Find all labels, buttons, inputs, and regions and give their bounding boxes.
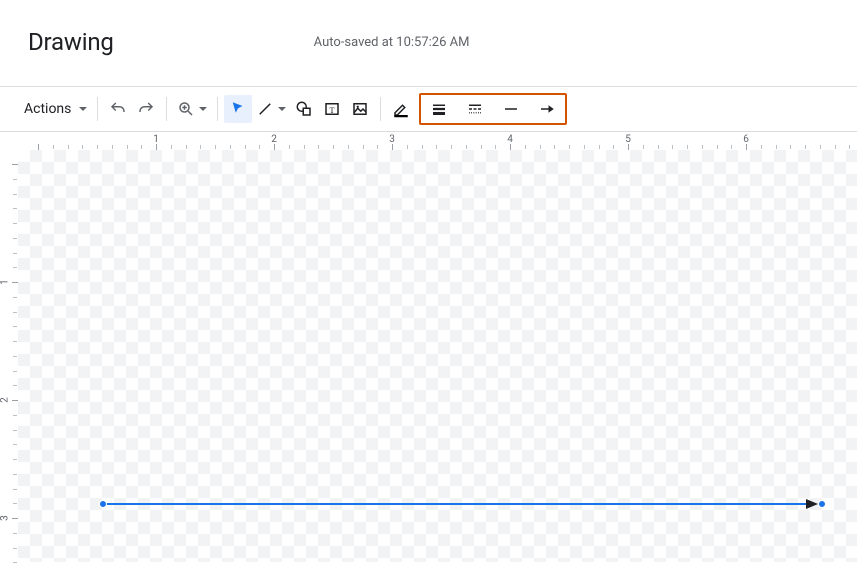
line-weight-button[interactable] xyxy=(425,95,453,123)
actions-label: Actions xyxy=(24,101,71,117)
actions-menu-button[interactable]: Actions xyxy=(20,95,91,123)
undo-icon xyxy=(109,100,127,118)
pencil-icon xyxy=(392,100,410,118)
image-tool-button[interactable] xyxy=(346,95,374,123)
header: Drawing Auto-saved at 10:57:26 AM xyxy=(0,0,857,68)
zoom-button[interactable] xyxy=(173,95,211,123)
cursor-icon xyxy=(229,100,247,118)
caret-down-icon xyxy=(199,107,207,111)
autosave-status: Auto-saved at 10:57:26 AM xyxy=(314,35,470,50)
line-end-button[interactable] xyxy=(533,95,561,123)
ruler-v-label: 1 xyxy=(0,279,10,285)
ruler-v-label: 2 xyxy=(0,397,10,403)
drawing-canvas[interactable] xyxy=(18,150,857,562)
line-end-handle[interactable] xyxy=(818,500,826,508)
line-dash-button[interactable] xyxy=(461,95,489,123)
page-title: Drawing xyxy=(28,28,114,56)
separator xyxy=(380,97,381,121)
caret-down-icon xyxy=(278,107,286,111)
line-end-icon xyxy=(538,100,556,118)
separator xyxy=(166,97,167,121)
ruler-h-label: 1 xyxy=(153,134,159,145)
svg-text:T: T xyxy=(330,106,335,115)
ruler-h-label: 5 xyxy=(625,134,631,145)
ruler-corner xyxy=(0,132,18,150)
redo-button[interactable] xyxy=(132,95,160,123)
textbox-tool-button[interactable]: T xyxy=(318,95,346,123)
vertical-ruler: 1 2 3 xyxy=(0,150,18,562)
canvas-row: 1 2 3 xyxy=(0,150,857,562)
highlighted-toolbar-group xyxy=(419,93,567,125)
arrow-shape[interactable] xyxy=(18,150,857,562)
horizontal-ruler: 1234567 xyxy=(18,132,857,150)
ruler-h-label: 3 xyxy=(389,134,395,145)
line-start-handle[interactable] xyxy=(99,500,107,508)
line-tool-button[interactable] xyxy=(252,95,290,123)
line-color-button[interactable] xyxy=(387,95,415,123)
ruler-v-label: 3 xyxy=(0,515,10,521)
undo-button[interactable] xyxy=(104,95,132,123)
shape-icon xyxy=(295,100,313,118)
ruler-h-label: 6 xyxy=(743,134,749,145)
line-dash-icon xyxy=(466,100,484,118)
ruler-row: 1234567 xyxy=(0,131,857,150)
image-icon xyxy=(351,100,369,118)
ruler-h-label: 2 xyxy=(271,134,277,145)
ruler-h-label: 4 xyxy=(507,134,513,145)
line-start-icon xyxy=(502,100,520,118)
line-icon xyxy=(256,100,274,118)
toolbar: Actions T xyxy=(0,87,857,131)
separator xyxy=(97,97,98,121)
line-weight-icon xyxy=(430,100,448,118)
zoom-icon xyxy=(177,100,195,118)
redo-icon xyxy=(137,100,155,118)
caret-down-icon xyxy=(79,107,87,111)
line-start-button[interactable] xyxy=(497,95,525,123)
textbox-icon: T xyxy=(323,100,341,118)
select-tool-button[interactable] xyxy=(224,95,252,123)
shape-tool-button[interactable] xyxy=(290,95,318,123)
separator xyxy=(217,97,218,121)
